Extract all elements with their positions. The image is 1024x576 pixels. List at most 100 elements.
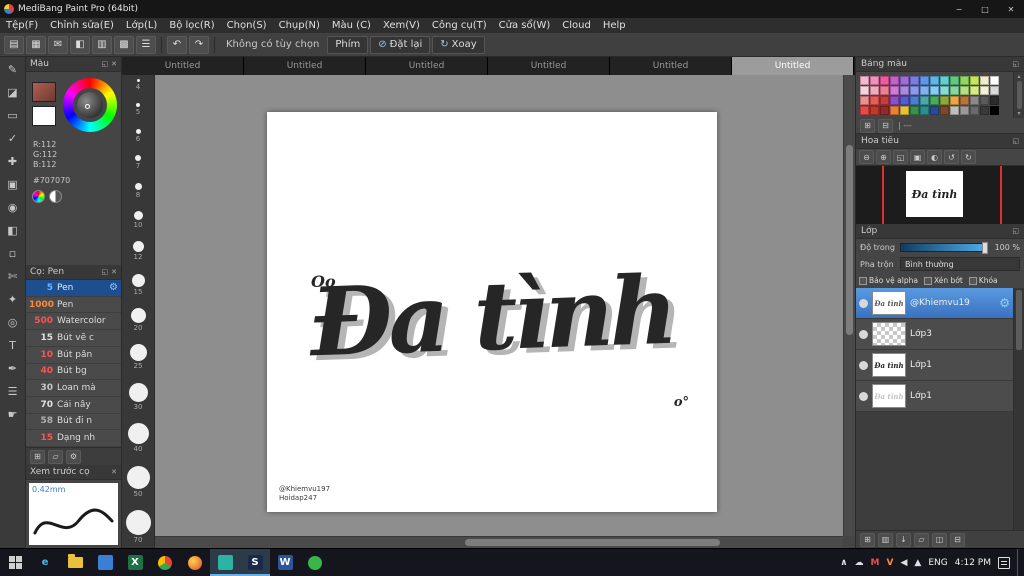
palette-swatch[interactable]	[930, 106, 939, 115]
palette-swatch[interactable]	[990, 106, 999, 115]
delete-layer-icon[interactable]: ⊟	[950, 532, 965, 547]
checkbox-icon[interactable]	[968, 276, 977, 285]
brush-list-item[interactable]: 30 Loan mà	[26, 380, 121, 397]
palette-swatch[interactable]	[880, 86, 889, 95]
menu-item[interactable]: Chụp(N)	[273, 20, 326, 31]
brush-size-option[interactable]: 7	[135, 155, 141, 170]
palette-swatch[interactable]	[930, 76, 939, 85]
language-indicator[interactable]: ENG	[928, 558, 947, 568]
zoom-in-icon[interactable]: ⊕	[876, 150, 891, 164]
brush-folder-icon[interactable]: ▱	[48, 449, 63, 464]
transform-tool[interactable]: ▣	[2, 174, 24, 195]
taskbar-paint-s[interactable]: S	[240, 549, 270, 576]
brush-size-option[interactable]: 25	[129, 344, 147, 370]
brush-list-item[interactable]: 1000 Pen	[26, 297, 121, 314]
document-tab[interactable]: Untitled	[244, 57, 366, 75]
layer-row[interactable]: Lớp3	[856, 319, 1013, 350]
layer-scrollbar[interactable]	[1013, 288, 1024, 530]
menu-item[interactable]: Bộ lọc(R)	[163, 20, 220, 31]
brush-size-option[interactable]: 6	[135, 128, 141, 143]
action-center-icon[interactable]	[998, 556, 1010, 569]
palette-swatch[interactable]	[900, 96, 909, 105]
palette-swatch[interactable]	[860, 96, 869, 105]
rotate-ccw-icon[interactable]: ↺	[944, 150, 959, 164]
taskbar-medibang[interactable]	[210, 549, 240, 576]
vertical-scrollbar-thumb[interactable]	[846, 145, 853, 335]
brush-size-option[interactable]: 5	[136, 103, 140, 116]
color-wheel-core[interactable]	[77, 92, 103, 118]
menu-item[interactable]: Xem(V)	[377, 20, 426, 31]
eraser-tool[interactable]: ◪	[2, 82, 24, 103]
palette-swatch[interactable]	[990, 96, 999, 105]
color-wheel[interactable]	[63, 78, 117, 132]
canvas-area[interactable]: Oo Đa tình o° @Khiemvu197 Hoidap247	[155, 75, 855, 548]
brush-list-item[interactable]: 5 Pen ⚙	[26, 280, 121, 297]
delete-color-icon[interactable]: ⊟	[878, 118, 893, 133]
flip-view-icon[interactable]: ◐	[927, 150, 942, 164]
palette-swatch[interactable]	[920, 86, 929, 95]
zoom-out-icon[interactable]: ⊖	[859, 150, 874, 164]
popout-icon[interactable]: ◱	[1012, 227, 1019, 235]
palette-swatch[interactable]	[990, 76, 999, 85]
palette-swatch[interactable]	[930, 96, 939, 105]
maximize-button[interactable]: □	[972, 0, 998, 18]
palette-swatch[interactable]	[910, 76, 919, 85]
brush-size-option[interactable]: 10	[133, 210, 143, 229]
palette-swatch[interactable]	[950, 86, 959, 95]
layer-option[interactable]: Bảo vệ alpha	[859, 276, 918, 285]
brush-settings-icon[interactable]: ⚙	[66, 449, 81, 464]
new-layer-icon[interactable]: ⊞	[860, 532, 875, 547]
palette-swatch[interactable]	[900, 76, 909, 85]
menu-item[interactable]: Chọn(S)	[221, 20, 273, 31]
select-pen-tool[interactable]: ✓	[2, 128, 24, 149]
brush-size-option[interactable]: 15	[131, 273, 145, 296]
palette-swatch[interactable]	[920, 96, 929, 105]
layer-scrollbar-thumb[interactable]	[1016, 290, 1022, 350]
taskbar-word[interactable]: W	[270, 549, 300, 576]
reset-button[interactable]: ⊘ Đặt lại	[370, 35, 431, 54]
brush-list-item[interactable]: 10 Bút pần	[26, 347, 121, 364]
tray-cloud-icon[interactable]: ☁	[855, 558, 864, 568]
layer-row[interactable]: Đa tình Lớp1	[856, 381, 1013, 412]
layer-settings-icon[interactable]: ⚙	[999, 296, 1010, 310]
palette-swatch[interactable]	[980, 96, 989, 105]
popout-icon[interactable]: ◱	[102, 268, 109, 276]
merge-down-icon[interactable]: ↓	[896, 532, 911, 547]
menu-item[interactable]: Màu (C)	[326, 20, 377, 31]
select-area-tool[interactable]: ▫	[2, 243, 24, 264]
palette-swatch[interactable]	[890, 96, 899, 105]
panel-switch-tool[interactable]: ☰	[2, 381, 24, 402]
layer-visibility-icon[interactable]	[859, 329, 868, 339]
palette-swatch[interactable]	[870, 96, 879, 105]
opacity-slider[interactable]	[900, 241, 988, 254]
actual-size-icon[interactable]: ▣	[910, 150, 925, 164]
menu-item[interactable]: Tệp(F)	[0, 20, 44, 31]
palette-swatch[interactable]	[890, 106, 899, 115]
brush-size-option[interactable]: 12	[132, 241, 144, 261]
minimize-button[interactable]: −	[946, 0, 972, 18]
close-icon[interactable]: ✕	[111, 468, 117, 476]
layer-option[interactable]: Khóa	[968, 276, 998, 285]
undo-button[interactable]: ↶	[167, 35, 187, 54]
palette-swatch[interactable]	[940, 106, 949, 115]
shape-tool[interactable]: ◎	[2, 312, 24, 333]
wand-tool[interactable]: ✦	[2, 289, 24, 310]
layer-visibility-icon[interactable]	[859, 391, 868, 401]
brush-size-option[interactable]: 4	[136, 79, 140, 91]
taskbar-file-explorer[interactable]	[60, 549, 90, 576]
palette-swatch[interactable]	[980, 86, 989, 95]
close-icon[interactable]: ✕	[111, 268, 117, 276]
brush-size-option[interactable]: 30	[128, 382, 148, 411]
show-desktop-button[interactable]	[1017, 549, 1021, 576]
layer-row[interactable]: Đa tình @Khiemvu19 ⚙	[856, 288, 1013, 319]
brush-size-option[interactable]: 70	[125, 509, 151, 544]
brush-settings-icon[interactable]: ⚙	[109, 282, 118, 293]
marquee-tool[interactable]: ▭	[2, 105, 24, 126]
brush-list-item[interactable]: 70 Cải nầy	[26, 397, 121, 414]
start-button[interactable]	[0, 549, 30, 576]
background-color-swatch[interactable]	[32, 106, 56, 126]
checkbox-icon[interactable]	[859, 276, 867, 285]
layer-visibility-icon[interactable]	[859, 298, 868, 308]
scroll-up-icon[interactable]: ▴	[1017, 73, 1020, 80]
menu-item[interactable]: Chỉnh sửa(E)	[44, 20, 120, 31]
